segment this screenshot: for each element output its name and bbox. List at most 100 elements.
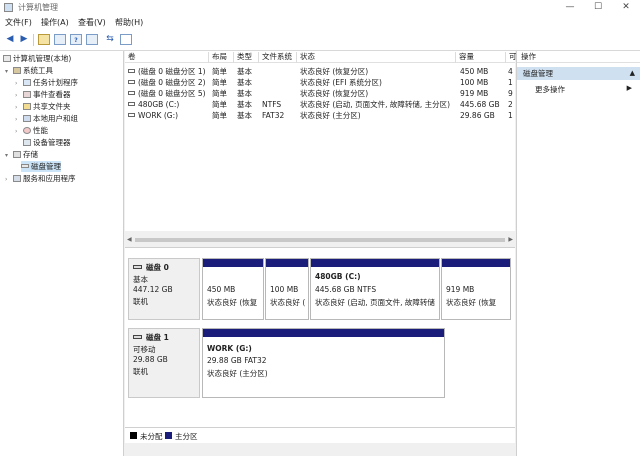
column-layout[interactable]: 布局 <box>209 52 234 63</box>
tree-root-label: 计算机管理(本地) <box>13 54 72 63</box>
minimize-button[interactable]: — <box>556 0 584 15</box>
tree-services-apps[interactable]: › 服务和应用程序 <box>5 173 76 184</box>
disk-0-kind: 基本 <box>133 275 148 284</box>
title-bar: 计算机管理 — ☐ ✕ <box>0 0 640 15</box>
disk-0-size: 447.12 GB <box>133 285 173 294</box>
volume-name-cell: WORK (G:) <box>128 110 209 121</box>
partition-g-drive[interactable]: WORK (G:) 29.88 GB FAT32 状态良好 (主分区) <box>202 328 445 398</box>
more-actions-link[interactable]: 更多操作 <box>535 84 565 95</box>
tree-device-manager[interactable]: 设备管理器 <box>23 137 71 148</box>
scroll-left-icon[interactable]: ◀ <box>127 236 132 243</box>
table-row[interactable]: 480GB (C:) 简单 基本 NTFS 状态良好 (启动, 页面文件, 故障… <box>125 99 515 110</box>
menu-file[interactable]: 文件(F) <box>5 17 32 28</box>
column-capacity[interactable]: 容量 <box>456 52 506 63</box>
collapse-icon[interactable]: ▾ <box>5 66 13 77</box>
menu-bar: 文件(F) 操作(A) 查看(V) 帮助(H) <box>0 15 640 29</box>
partition-c-drive[interactable]: 480GB (C:) 445.68 GB NTFS 状态良好 (启动, 页面文件… <box>310 258 440 320</box>
expand-icon[interactable]: › <box>15 114 23 125</box>
menu-view[interactable]: 查看(V) <box>78 17 106 28</box>
partition-size: 100 MB <box>270 285 299 294</box>
expand-icon[interactable]: › <box>15 126 23 137</box>
partition-size: 450 MB <box>207 285 236 294</box>
expand-icon[interactable]: › <box>15 78 23 89</box>
partition-disk0-2[interactable]: 100 MB 状态良好 (EFI <box>265 258 309 320</box>
partition-disk0-1[interactable]: 450 MB 状态良好 (恢复 <box>202 258 264 320</box>
show-hide-tree-icon[interactable] <box>54 34 66 45</box>
disk-1-label[interactable]: 磁盘 1 可移动 29.88 GB 联机 <box>128 328 200 398</box>
collapse-up-icon[interactable]: ▲ <box>630 67 635 80</box>
table-row[interactable]: WORK (G:) 简单 基本 FAT32 状态良好 (主分区) 29.86 G… <box>125 110 515 121</box>
tree-task-scheduler[interactable]: › 任务计划程序 <box>15 77 78 88</box>
tree-disk-management-label: 磁盘管理 <box>31 162 61 171</box>
tree-local-users[interactable]: › 本地用户和组 <box>15 113 78 124</box>
volume-list-scrollbar[interactable]: ◀ ▶ <box>125 236 515 244</box>
collapse-icon[interactable]: ▾ <box>5 150 13 161</box>
tree-performance[interactable]: › 性能 <box>15 125 48 136</box>
up-folder-icon[interactable] <box>38 34 50 45</box>
volume-name-cell: (磁盘 0 磁盘分区 2) <box>128 77 209 88</box>
volume-icon <box>128 102 135 106</box>
maximize-button[interactable]: ☐ <box>584 0 612 15</box>
legend-unallocated: 未分配 <box>140 432 163 441</box>
actions-header: 操作 <box>517 51 640 63</box>
menu-help[interactable]: 帮助(H) <box>115 17 143 28</box>
volume-name: (磁盘 0 磁盘分区 5) <box>138 89 206 98</box>
scroll-right-icon[interactable]: ▶ <box>508 236 513 243</box>
toolbar-separator <box>33 34 34 46</box>
tree-event-viewer[interactable]: › 事件查看器 <box>15 89 71 100</box>
table-row[interactable]: (磁盘 0 磁盘分区 1) 简单 基本 状态良好 (恢复分区) 450 MB 4 <box>125 66 515 77</box>
column-volume[interactable]: 卷 <box>125 52 209 63</box>
disk-0-label[interactable]: 磁盘 0 基本 447.12 GB 联机 <box>128 258 200 320</box>
menu-action[interactable]: 操作(A) <box>41 17 69 28</box>
volume-list: (磁盘 0 磁盘分区 1) 简单 基本 状态良好 (恢复分区) 450 MB 4… <box>125 63 515 231</box>
tree-services-apps-label: 服务和应用程序 <box>23 174 76 183</box>
table-row[interactable]: (磁盘 0 磁盘分区 2) 简单 基本 状态良好 (EFI 系统分区) 100 … <box>125 77 515 88</box>
tree-storage[interactable]: ▾ 存储 <box>5 149 38 160</box>
close-button[interactable]: ✕ <box>612 0 640 15</box>
forward-icon[interactable]: ▶ <box>18 34 30 45</box>
column-filesystem[interactable]: 文件系统 <box>259 52 297 63</box>
tree-root[interactable]: 计算机管理(本地) <box>3 53 71 64</box>
partition-status: 状态良好 (启动, 页面文件, 故障转储 <box>315 298 435 307</box>
volume-free: 2 <box>508 100 513 109</box>
expand-icon[interactable]: › <box>5 174 13 185</box>
scroll-thumb[interactable] <box>135 238 505 242</box>
actions-section-disk-management[interactable]: 磁盘管理 ▲ <box>517 67 640 80</box>
volume-status: 状态良好 (恢复分区) <box>300 67 369 76</box>
properties-icon[interactable] <box>86 34 98 45</box>
column-free[interactable]: 可 <box>506 52 517 63</box>
primary-swatch <box>165 432 172 439</box>
tree-system-tools[interactable]: ▾ 系统工具 <box>5 65 53 76</box>
legend: 未分配 主分区 <box>125 427 515 443</box>
expand-icon[interactable]: › <box>15 102 23 113</box>
disk-icon <box>133 335 142 339</box>
expand-icon[interactable]: › <box>15 90 23 101</box>
users-icon <box>23 115 31 122</box>
tree-performance-label: 性能 <box>33 126 48 135</box>
volume-type: 基本 <box>237 111 252 120</box>
disk-icon <box>21 164 29 168</box>
partition-status: 状态良好 (主分区) <box>207 369 268 378</box>
back-icon[interactable]: ◀ <box>4 34 16 45</box>
list-view-icon[interactable] <box>120 34 132 45</box>
tree-disk-management[interactable]: 磁盘管理 <box>21 161 61 172</box>
disk-0-name: 磁盘 0 <box>146 263 169 272</box>
partition-size: 445.68 GB NTFS <box>315 285 377 294</box>
disk-0-name-row: 磁盘 0 <box>133 262 169 273</box>
column-type[interactable]: 类型 <box>234 52 259 63</box>
volume-layout: 简单 <box>212 100 227 109</box>
view-icon[interactable]: ⇆ <box>104 34 116 45</box>
tree-shared-folders[interactable]: › 共享文件夹 <box>15 101 71 112</box>
partition-disk0-5[interactable]: 919 MB 状态良好 (恢复 <box>441 258 511 320</box>
table-row[interactable]: (磁盘 0 磁盘分区 5) 简单 基本 状态良好 (恢复分区) 919 MB 9 <box>125 88 515 99</box>
volume-type: 基本 <box>237 100 252 109</box>
primary-partition-bar <box>203 329 444 337</box>
help-icon[interactable]: ? <box>70 34 82 45</box>
tree-event-viewer-label: 事件查看器 <box>33 90 71 99</box>
column-status[interactable]: 状态 <box>297 52 456 63</box>
volume-free: 4 <box>508 67 513 76</box>
chevron-right-icon[interactable]: ▶ <box>627 84 632 92</box>
clock-icon <box>23 79 31 86</box>
volume-name-cell: (磁盘 0 磁盘分区 5) <box>128 88 209 99</box>
partition-status: 状态良好 (EFI <box>270 298 306 307</box>
